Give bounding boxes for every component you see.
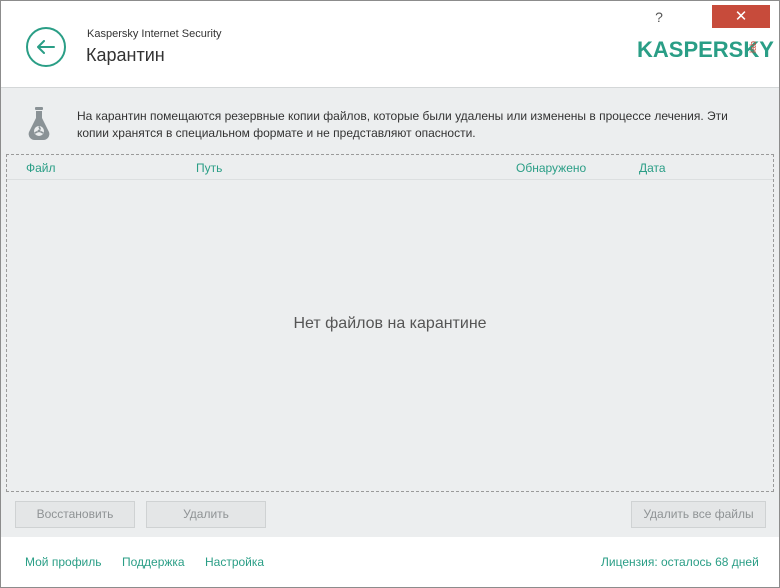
my-profile-link[interactable]: Мой профиль [25,555,102,569]
back-button[interactable] [26,27,66,67]
delete-all-button[interactable]: Удалить все файлы [631,501,766,528]
empty-message: Нет файлов на карантине [293,315,487,332]
column-path[interactable]: Путь [196,161,222,175]
quarantine-table: Файл Путь Обнаружено Дата Нет файлов на … [6,154,774,492]
column-file[interactable]: Файл [26,161,56,175]
flask-icon [28,107,50,141]
footer: Мой профиль Поддержка Настройка Лицензия… [1,537,779,587]
help-button[interactable]: ? [649,7,669,27]
table-header: Файл Путь Обнаружено Дата [7,155,773,180]
license-link[interactable]: Лицензия: осталось 68 дней [601,555,759,569]
app-name: Kaspersky Internet Security [87,28,222,40]
page-title: Карантин [86,45,165,65]
quarantine-panel: На карантин помещаются резервные копии ф… [1,87,779,537]
delete-button[interactable]: Удалить [146,501,266,528]
app-window: Kaspersky Internet Security Карантин ? ✕… [0,0,780,588]
close-button[interactable]: ✕ [712,5,770,28]
restore-button[interactable]: Восстановить [15,501,135,528]
info-text: На карантин помещаются резервные копии ф… [77,109,728,140]
column-detected[interactable]: Обнаружено [516,161,586,175]
support-link[interactable]: Поддержка [122,555,185,569]
kaspersky-logo: KASPERSKY lab [637,37,774,63]
column-date[interactable]: Дата [639,161,666,175]
header: Kaspersky Internet Security Карантин ? ✕… [1,1,779,87]
arrow-left-icon [37,40,55,54]
settings-link[interactable]: Настройка [205,555,264,569]
logo-sub: lab [748,41,758,54]
